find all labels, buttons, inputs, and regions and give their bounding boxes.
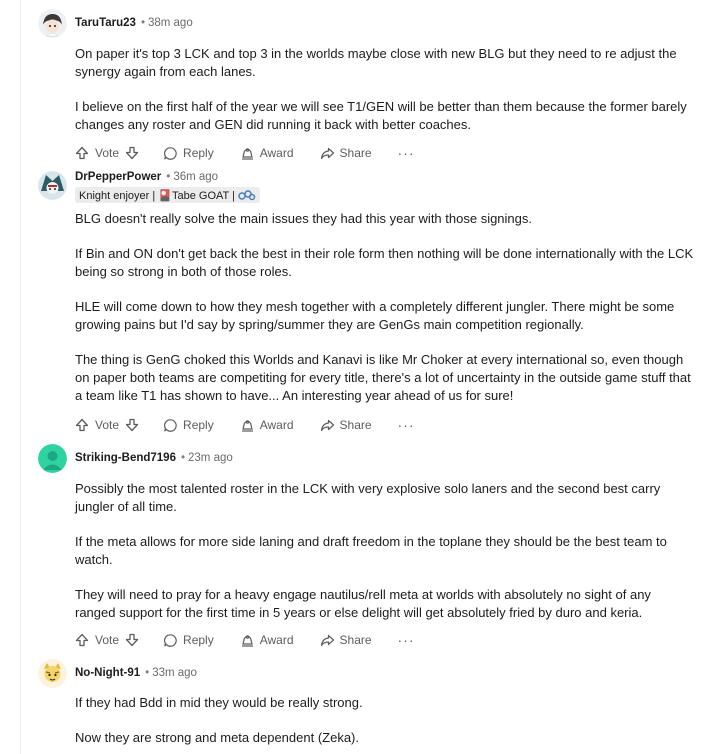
comment-bubble-icon xyxy=(164,418,177,432)
team-logo-icon xyxy=(238,190,256,201)
comment-paragraph: If the meta allows for more side laning … xyxy=(75,534,667,567)
comment-body: Possibly the most talented roster in the… xyxy=(75,480,695,622)
comment-paragraph: Now they are strong and meta dependent (… xyxy=(75,730,359,745)
comment-author[interactable]: Striking-Bend7196 xyxy=(75,452,176,464)
award-button[interactable]: Award xyxy=(240,418,294,433)
more-options-button[interactable]: ··· xyxy=(398,632,415,648)
comment-actions: Vote Reply Award Share ··· xyxy=(75,143,415,163)
comment-bubble-icon xyxy=(164,146,177,160)
comment-paragraph: On paper it's top 3 LCK and top 3 in the… xyxy=(75,46,677,79)
vote-label: Vote xyxy=(95,633,120,647)
share-icon xyxy=(320,419,334,431)
avatar[interactable] xyxy=(38,9,67,38)
downvote-icon[interactable] xyxy=(125,146,139,160)
comment-body: On paper it's top 3 LCK and top 3 in the… xyxy=(75,45,695,134)
vote-label: Vote xyxy=(95,146,120,160)
comment-paragraph: If Bin and ON don't get back the best in… xyxy=(75,246,694,279)
user-flair: Knight enjoyer | 🎴Tabe GOAT | xyxy=(75,187,260,203)
comment-author[interactable]: TaruTaru23 xyxy=(75,17,136,29)
comment-author[interactable]: DrPepperPower xyxy=(75,171,161,183)
comment-paragraph: I believe on the first half of the year … xyxy=(75,99,687,132)
comment-time: 23m ago xyxy=(188,452,233,464)
downvote-icon[interactable] xyxy=(125,418,139,432)
award-button[interactable]: Award xyxy=(240,633,294,648)
vote-label: Vote xyxy=(95,418,120,432)
award-button[interactable]: Award xyxy=(240,146,294,161)
award-icon xyxy=(241,634,253,647)
share-button[interactable]: Share xyxy=(320,633,372,648)
share-button[interactable]: Share xyxy=(320,146,372,161)
more-options-button[interactable]: ··· xyxy=(398,417,415,433)
comment-actions: Vote Reply Award Share ··· xyxy=(75,630,415,650)
avatar[interactable] xyxy=(38,659,67,688)
share-icon xyxy=(320,634,334,646)
reply-button[interactable]: Reply xyxy=(163,633,214,648)
upvote-icon[interactable] xyxy=(75,146,89,160)
reply-button[interactable]: Reply xyxy=(163,418,214,433)
comment-time: 33m ago xyxy=(152,667,197,679)
avatar[interactable] xyxy=(38,444,67,473)
thread-line xyxy=(20,0,21,754)
share-button[interactable]: Share xyxy=(320,418,372,433)
comment-paragraph: They will need to pray for a heavy engag… xyxy=(75,587,651,620)
comment-body: BLG doesn't really solve the main issues… xyxy=(75,210,695,405)
upvote-icon[interactable] xyxy=(75,633,89,647)
comment-time: 36m ago xyxy=(173,171,219,183)
comment-actions: Vote Reply Award Share ··· xyxy=(75,415,415,435)
comment-bubble-icon xyxy=(164,633,177,647)
comment-author[interactable]: No-Night-91 xyxy=(75,667,140,679)
avatar[interactable] xyxy=(38,171,67,200)
comment-paragraph: The thing is GenG choked this Worlds and… xyxy=(75,352,691,403)
award-icon xyxy=(241,419,253,432)
share-icon xyxy=(320,147,334,159)
comment-paragraph: BLG doesn't really solve the main issues… xyxy=(75,211,532,226)
comment-paragraph: Possibly the most talented roster in the… xyxy=(75,481,661,514)
downvote-icon[interactable] xyxy=(125,633,139,647)
comment-paragraph: HLE will come down to how they mesh toge… xyxy=(75,299,675,332)
upvote-icon[interactable] xyxy=(75,418,89,432)
comment-body: If they had Bdd in mid they would be rea… xyxy=(75,694,695,747)
more-options-button[interactable]: ··· xyxy=(398,145,415,161)
reply-button[interactable]: Reply xyxy=(163,146,214,161)
comment-paragraph: If they had Bdd in mid they would be rea… xyxy=(75,695,363,710)
award-icon xyxy=(241,147,253,160)
comment-time: 38m ago xyxy=(147,17,193,29)
